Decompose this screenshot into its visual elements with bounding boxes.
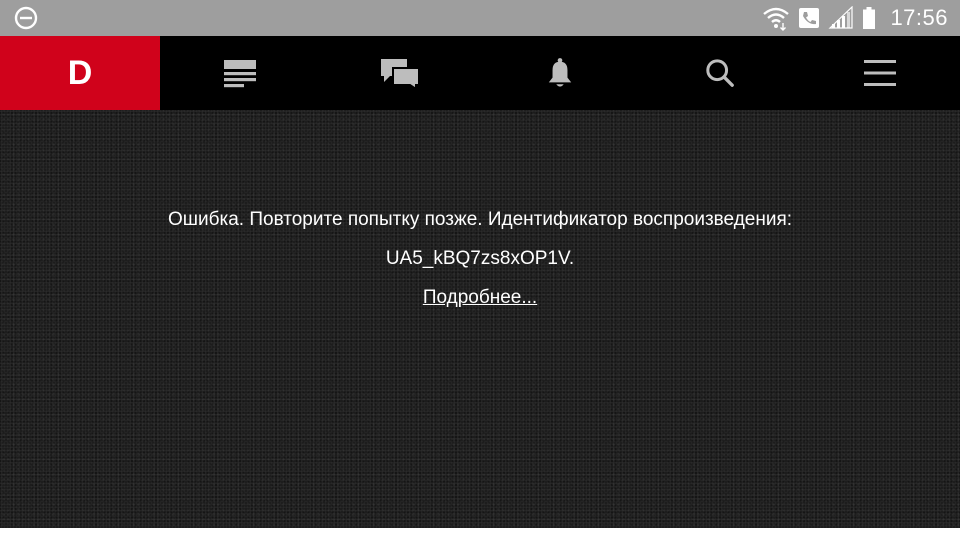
comments-icon <box>381 59 420 89</box>
status-bar: 17:56 <box>0 0 960 36</box>
nav-item-menu[interactable] <box>800 36 960 110</box>
playback-id: UA5_kBQ7zs8xOP1V. <box>385 248 575 269</box>
call-icon <box>799 8 820 28</box>
error-message: Ошибка. Повторите попытку позже. Идентиф… <box>167 209 793 230</box>
app-screen: 17:56 D Ошибка. Повторите попытку позже.… <box>0 0 960 528</box>
nav-item-search[interactable] <box>640 36 800 110</box>
status-icons: 17:56 <box>762 0 948 36</box>
nav-item-news[interactable] <box>160 36 320 110</box>
nav-bar: D <box>0 36 960 110</box>
bottom-edge <box>0 528 960 540</box>
notifications-icon <box>548 58 572 87</box>
search-icon <box>706 59 734 87</box>
do-not-disturb-icon <box>14 6 38 30</box>
brand-logo-letter: D <box>67 54 93 92</box>
player-area: Ошибка. Повторите попытку позже. Идентиф… <box>0 110 960 528</box>
signal-icon <box>828 6 854 29</box>
nav-item-notifications[interactable] <box>480 36 640 110</box>
menu-icon <box>864 60 896 86</box>
news-icon <box>224 60 256 88</box>
wifi-icon <box>763 7 790 31</box>
error-message-block: Ошибка. Повторите попытку позже. Идентиф… <box>0 200 960 317</box>
status-clock: 17:56 <box>890 5 948 30</box>
nav-home-logo[interactable]: D <box>0 36 160 110</box>
learn-more-link[interactable]: Подробнее... <box>423 287 537 308</box>
battery-icon <box>863 7 876 29</box>
nav-item-comments[interactable] <box>320 36 480 110</box>
